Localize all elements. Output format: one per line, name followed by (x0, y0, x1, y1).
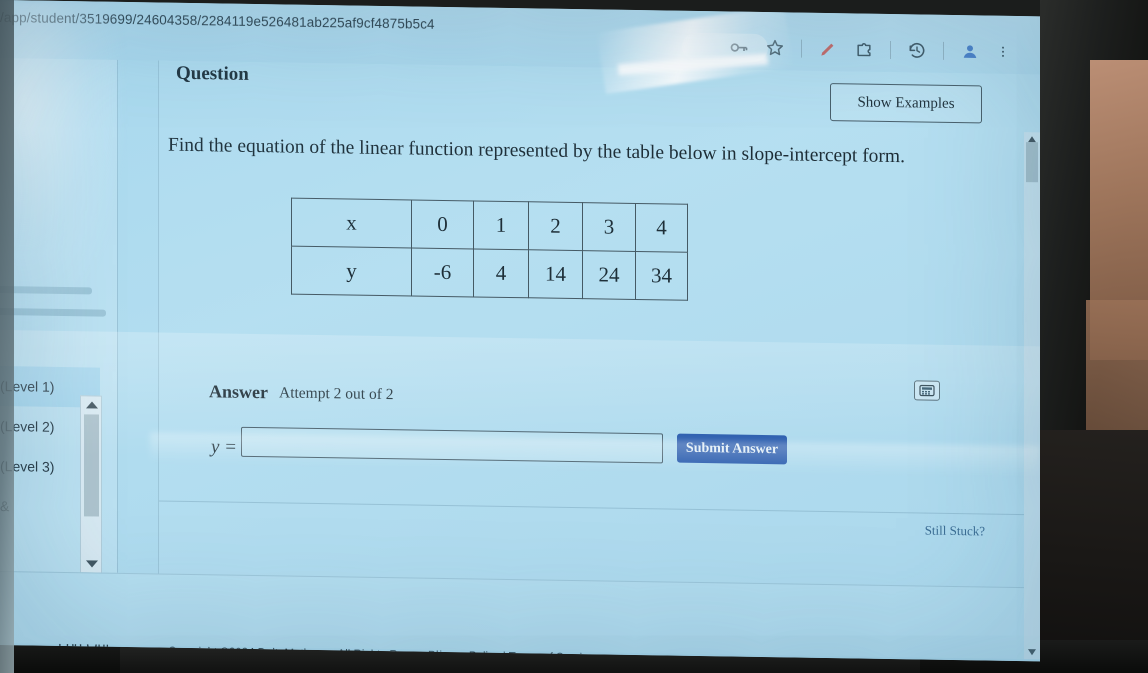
attempt-counter: Attempt 2 out of 2 (279, 384, 394, 404)
page-title: Question (176, 62, 249, 85)
table-cell-y-3: 24 (582, 250, 636, 300)
content-divider (159, 500, 1040, 516)
show-examples-button[interactable]: Show Examples (830, 83, 982, 124)
question-panel: Question Show Examples Find the equation… (159, 60, 1040, 588)
page-scrollbar[interactable] (1024, 132, 1040, 660)
answer-input[interactable] (241, 426, 663, 464)
scroll-up-arrow-icon[interactable] (86, 401, 98, 409)
calculator-icon (919, 384, 935, 397)
table-row-y: y -6 4 14 24 34 (291, 246, 688, 301)
history-icon[interactable] (907, 40, 927, 60)
answer-prefix: y = (211, 436, 238, 458)
toolbar-divider (801, 39, 802, 58)
page-footer: Copyright ©2024 DeltaMath.com All Rights… (0, 571, 1040, 661)
scrollbar-thumb[interactable] (84, 414, 99, 517)
question-prompt: Find the equation of the linear function… (168, 134, 905, 168)
page-scroll-down-icon[interactable] (1028, 649, 1036, 656)
pencil-icon[interactable] (818, 39, 838, 59)
browser-toolbar-icons (729, 37, 1010, 61)
laptop-photo: /app/student/3519699/24604358/2284119e52… (0, 0, 1148, 673)
table-cell-x-label: x (291, 198, 412, 248)
page-scrollbar-thumb[interactable] (1026, 142, 1038, 183)
scroll-down-arrow-icon[interactable] (86, 560, 98, 568)
table-cell-x-0: 0 (411, 199, 474, 249)
table-row-x: x 0 1 2 3 4 (291, 198, 688, 253)
sidebar: (Level 1) (Level 2) (Level 3) & (0, 58, 118, 654)
submit-answer-button[interactable]: Submit Answer (677, 433, 787, 465)
address-bar-url[interactable]: /app/student/3519699/24604358/2284119e52… (0, 10, 435, 32)
toolbar-divider-2 (890, 40, 891, 59)
table-cell-y-1: 4 (473, 248, 529, 298)
key-icon[interactable] (729, 37, 749, 57)
table-cell-x-3: 3 (582, 202, 636, 252)
calculator-button[interactable] (914, 380, 940, 401)
deltamath-page: (Level 1) (Level 2) (Level 3) & (0, 58, 1040, 662)
table-cell-x-4: 4 (635, 203, 688, 253)
sidebar-skeleton-line-2 (0, 307, 106, 317)
star-icon[interactable] (765, 38, 785, 58)
photo-left-edge (0, 0, 14, 673)
extension-icon[interactable] (854, 39, 874, 59)
table-cell-x-1: 1 (473, 200, 529, 250)
table-cell-y-2: 14 (528, 249, 583, 299)
sidebar-scrollbar[interactable] (80, 395, 102, 574)
more-menu-icon[interactable] (996, 42, 1010, 62)
table-cell-x-2: 2 (528, 201, 583, 251)
value-table: x 0 1 2 3 4 y -6 4 14 24 34 (291, 198, 688, 301)
question-header: Question Show Examples (169, 61, 1029, 133)
table-cell-y-0: -6 (411, 247, 474, 297)
table-cell-y-label: y (291, 246, 412, 296)
profile-avatar-icon[interactable] (960, 41, 980, 61)
toolbar-divider-3 (943, 41, 944, 60)
laptop-screen: /app/student/3519699/24604358/2284119e52… (0, 0, 1040, 662)
sidebar-header-placeholder (0, 58, 118, 317)
table-cell-y-4: 34 (635, 251, 688, 301)
value-table-wrapper: x 0 1 2 3 4 y -6 4 14 24 34 (291, 198, 688, 301)
answer-label: Answer (209, 381, 268, 403)
still-stuck-link[interactable]: Still Stuck? (925, 523, 985, 540)
